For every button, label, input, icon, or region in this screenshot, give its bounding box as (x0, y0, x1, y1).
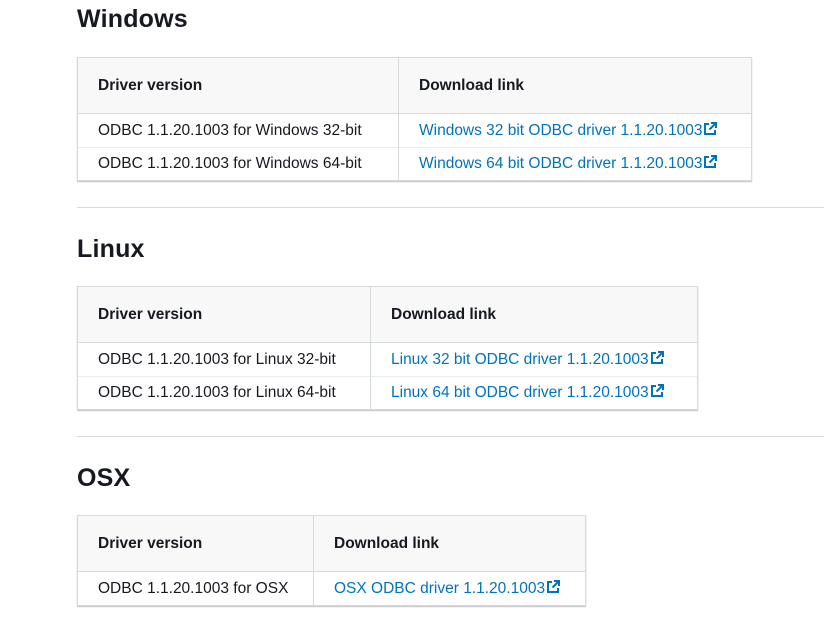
download-link-linux-32[interactable]: Linux 32 bit ODBC driver 1.1.20.1003 (391, 350, 664, 368)
download-link-cell: Windows 64 bit ODBC driver 1.1.20.1003 (398, 147, 751, 180)
section-divider (77, 207, 824, 208)
driver-version-cell: ODBC 1.1.20.1003 for Windows 32-bit (98, 121, 362, 139)
external-link-icon (547, 579, 561, 593)
column-header-driver-version: Driver version (78, 287, 370, 343)
external-link-icon (650, 384, 664, 397)
column-header-download-link: Download link (313, 516, 585, 572)
table-header-row: Driver version Download link (78, 287, 697, 343)
driver-downloads-page: Windows Driver version Download link ODB… (0, 0, 824, 626)
section-linux: Linux Driver version Download link ODBC … (77, 234, 698, 410)
download-link-label: Linux 32 bit ODBC driver 1.1.20.1003 (391, 350, 649, 368)
windows-driver-table: Driver version Download link ODBC 1.1.20… (77, 57, 752, 181)
external-link-icon (704, 155, 718, 168)
table-header-row: Driver version Download link (78, 516, 585, 572)
table-row: ODBC 1.1.20.1003 for OSX OSX ODBC driver… (78, 572, 585, 605)
download-link-windows-64[interactable]: Windows 64 bit ODBC driver 1.1.20.1003 (419, 155, 718, 172)
column-header-download-link: Download link (398, 58, 751, 114)
download-link-label: OSX ODBC driver 1.1.20.1003 (334, 579, 546, 597)
section-windows: Windows Driver version Download link ODB… (77, 4, 752, 181)
linux-driver-table: Driver version Download link ODBC 1.1.20… (77, 286, 698, 410)
driver-version-cell: ODBC 1.1.20.1003 for Linux 32-bit (98, 350, 336, 368)
section-title-windows: Windows (77, 5, 188, 33)
column-header-download-link: Download link (370, 287, 697, 343)
section-osx: OSX Driver version Download link ODBC 1.… (77, 463, 586, 606)
download-link-label: Windows 64 bit ODBC driver 1.1.20.1003 (419, 155, 703, 172)
column-header-driver-version: Driver version (78, 516, 313, 572)
table-row: ODBC 1.1.20.1003 for Windows 32-bit Wind… (78, 114, 751, 147)
section-title-osx: OSX (77, 464, 131, 492)
driver-version-cell: ODBC 1.1.20.1003 for Linux 64-bit (78, 376, 370, 409)
driver-version-cell: ODBC 1.1.20.1003 for OSX (98, 579, 289, 597)
section-title-linux: Linux (77, 235, 145, 263)
table-row: ODBC 1.1.20.1003 for Linux 32-bit Linux … (78, 343, 697, 376)
download-link-osx[interactable]: OSX ODBC driver 1.1.20.1003 (334, 579, 561, 597)
download-link-label: Windows 32 bit ODBC driver 1.1.20.1003 (419, 121, 703, 139)
download-link-cell: OSX ODBC driver 1.1.20.1003 (313, 572, 585, 605)
download-link-cell: Windows 32 bit ODBC driver 1.1.20.1003 (398, 114, 751, 147)
driver-version-cell: ODBC 1.1.20.1003 for Windows 64-bit (78, 147, 398, 180)
section-divider (77, 436, 824, 437)
download-link-cell: Linux 32 bit ODBC driver 1.1.20.1003 (370, 343, 697, 376)
table-row: ODBC 1.1.20.1003 for Windows 64-bit Wind… (78, 147, 751, 180)
external-link-icon (650, 350, 664, 364)
download-link-windows-32[interactable]: Windows 32 bit ODBC driver 1.1.20.1003 (419, 121, 718, 139)
osx-driver-table: Driver version Download link ODBC 1.1.20… (77, 515, 586, 606)
download-link-linux-64[interactable]: Linux 64 bit ODBC driver 1.1.20.1003 (391, 384, 664, 401)
external-link-icon (704, 121, 718, 135)
download-link-cell: Linux 64 bit ODBC driver 1.1.20.1003 (370, 376, 697, 409)
table-header-row: Driver version Download link (78, 58, 751, 114)
download-link-label: Linux 64 bit ODBC driver 1.1.20.1003 (391, 384, 649, 401)
table-row: ODBC 1.1.20.1003 for Linux 64-bit Linux … (78, 376, 697, 409)
column-header-driver-version: Driver version (78, 58, 398, 114)
